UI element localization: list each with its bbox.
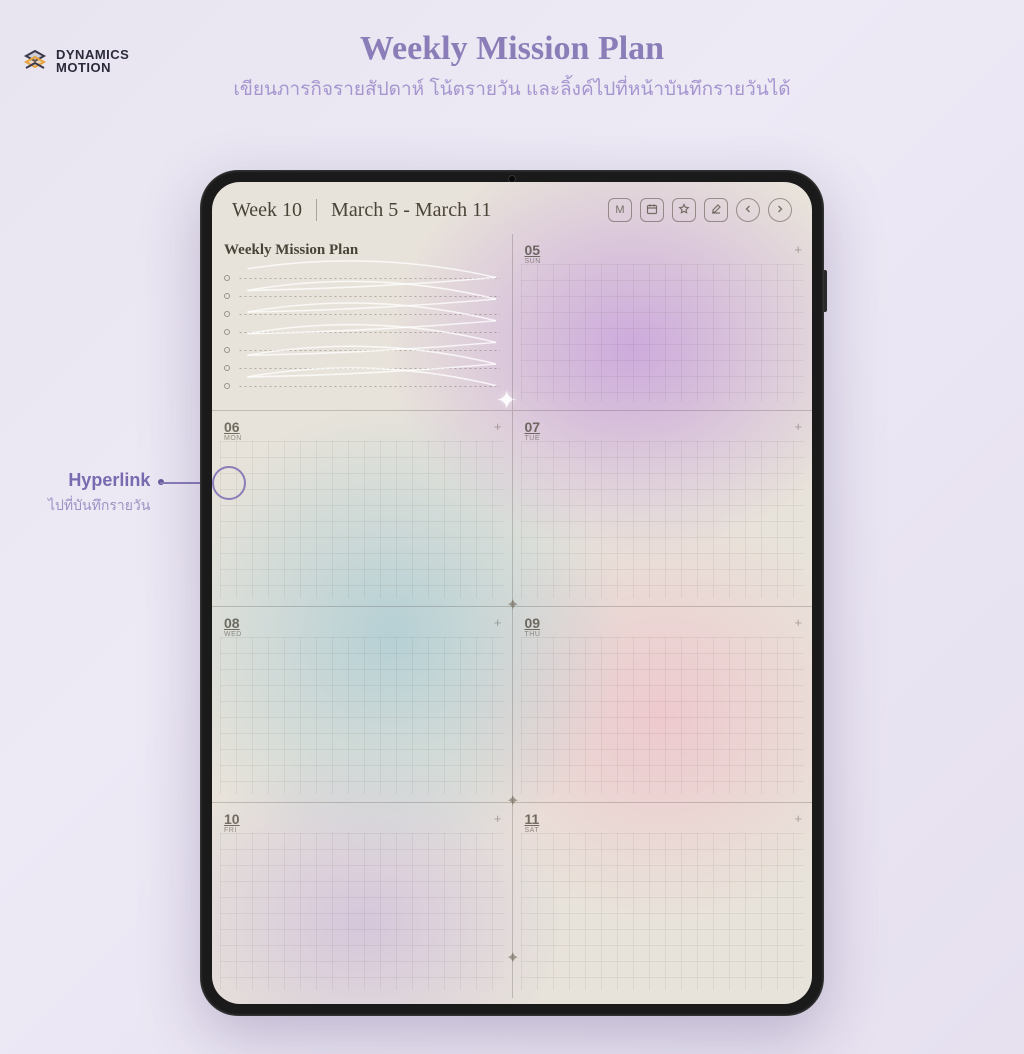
day-number[interactable]: 06 [224, 419, 242, 435]
calendar-icon [646, 203, 658, 218]
dotted-line [238, 386, 500, 387]
callout-title: Hyperlink [48, 470, 150, 491]
day-cell-sat[interactable]: 11SAT + [512, 803, 813, 998]
day-cell-thu[interactable]: 09THU + [512, 607, 813, 802]
add-icon[interactable]: + [494, 615, 502, 630]
day-number[interactable]: 07 [525, 419, 541, 435]
add-icon[interactable]: + [794, 811, 802, 826]
hyperlink-callout: Hyperlink ไปที่บันทึกรายวัน [48, 470, 150, 517]
mission-line[interactable] [224, 269, 500, 287]
grid-pattern [521, 264, 805, 402]
chevron-left-icon [743, 204, 753, 217]
brand-logo: DYNAMICS MOTION [22, 48, 129, 74]
day-cell-mon[interactable]: 06MON + ✦ [212, 411, 512, 606]
callout-subtitle: ไปที่บันทึกรายวัน [48, 495, 150, 517]
dotted-line [238, 332, 500, 333]
bullet-icon [224, 347, 230, 353]
bullet-icon [224, 275, 230, 281]
day-number[interactable]: 09 [525, 615, 541, 631]
mission-line[interactable] [224, 287, 500, 305]
grid-row-1: Weekly Mission Plan ✦ 05SUN + [212, 234, 812, 410]
bullet-icon [224, 311, 230, 317]
dotted-line [238, 296, 500, 297]
mission-line[interactable] [224, 341, 500, 359]
add-icon[interactable]: + [794, 242, 802, 257]
header-divider [316, 199, 317, 221]
mission-line[interactable] [224, 323, 500, 341]
bullet-icon [224, 365, 230, 371]
brand-icon [22, 48, 48, 74]
calendar-button[interactable] [640, 198, 664, 222]
grid-row-4: 10FRI + ✦ 11SAT + [212, 802, 812, 998]
edit-icon [710, 203, 722, 218]
week-label: Week 10 [232, 199, 302, 222]
day-cell-tue[interactable]: 07TUE + [512, 411, 813, 606]
add-icon[interactable]: + [494, 811, 502, 826]
mission-line[interactable] [224, 359, 500, 377]
day-cell-sun[interactable]: 05SUN + [512, 234, 813, 410]
day-cell-wed[interactable]: 08WED + ✦ [212, 607, 512, 802]
dotted-line [238, 350, 500, 351]
brand-line2: MOTION [56, 61, 129, 74]
page-subtitle: เขียนภารกิจรายสัปดาห์ โน้ตรายวัน และลิ้ง… [0, 74, 1024, 104]
add-icon[interactable]: + [794, 615, 802, 630]
grid-row-2: 06MON + ✦ 07TUE + [212, 410, 812, 606]
date-range: March 5 - March 11 [331, 199, 491, 222]
tablet-frame: Week 10 March 5 - March 11 M Weekly Miss… [200, 170, 824, 1016]
dotted-line [238, 314, 500, 315]
day-cell-fri[interactable]: 10FRI + ✦ [212, 803, 512, 998]
grid-row-3: 08WED + ✦ 09THU + [212, 606, 812, 802]
tablet-screen: Week 10 March 5 - March 11 M Weekly Miss… [212, 182, 812, 1004]
mission-line[interactable] [224, 377, 500, 395]
dotted-line [238, 368, 500, 369]
dotted-line [238, 278, 500, 279]
star-icon [678, 203, 690, 218]
add-icon[interactable]: + [494, 419, 502, 434]
page-title: Weekly Mission Plan [0, 30, 1024, 68]
edit-button[interactable] [704, 198, 728, 222]
week-grid: Weekly Mission Plan ✦ 05SUN + 06MON + ✦ [212, 234, 812, 1004]
header-buttons: M [608, 198, 792, 222]
day-number[interactable]: 10 [224, 811, 240, 827]
day-number[interactable]: 08 [224, 615, 242, 631]
month-view-button[interactable]: M [608, 198, 632, 222]
day-number[interactable]: 05 [525, 242, 541, 258]
bullet-icon [224, 383, 230, 389]
grid-pattern [521, 441, 805, 598]
bullet-icon [224, 329, 230, 335]
bullet-icon [224, 293, 230, 299]
page-heading: Weekly Mission Plan เขียนภารกิจรายสัปดาห… [0, 30, 1024, 104]
grid-pattern [521, 637, 805, 794]
mission-plan-title: Weekly Mission Plan [224, 242, 500, 259]
mission-plan-cell[interactable]: Weekly Mission Plan ✦ [212, 234, 512, 410]
grid-pattern [220, 637, 504, 794]
grid-pattern [521, 833, 805, 990]
grid-pattern [220, 833, 504, 990]
mission-line[interactable] [224, 305, 500, 323]
add-icon[interactable]: + [794, 419, 802, 434]
next-button[interactable] [768, 198, 792, 222]
callout-ring [212, 466, 246, 500]
planner-header: Week 10 March 5 - March 11 M [212, 182, 812, 234]
grid-pattern [220, 441, 504, 598]
tablet-side-button [824, 270, 827, 312]
favorite-button[interactable] [672, 198, 696, 222]
day-number[interactable]: 11 [525, 811, 540, 827]
prev-button[interactable] [736, 198, 760, 222]
chevron-right-icon [775, 204, 785, 217]
